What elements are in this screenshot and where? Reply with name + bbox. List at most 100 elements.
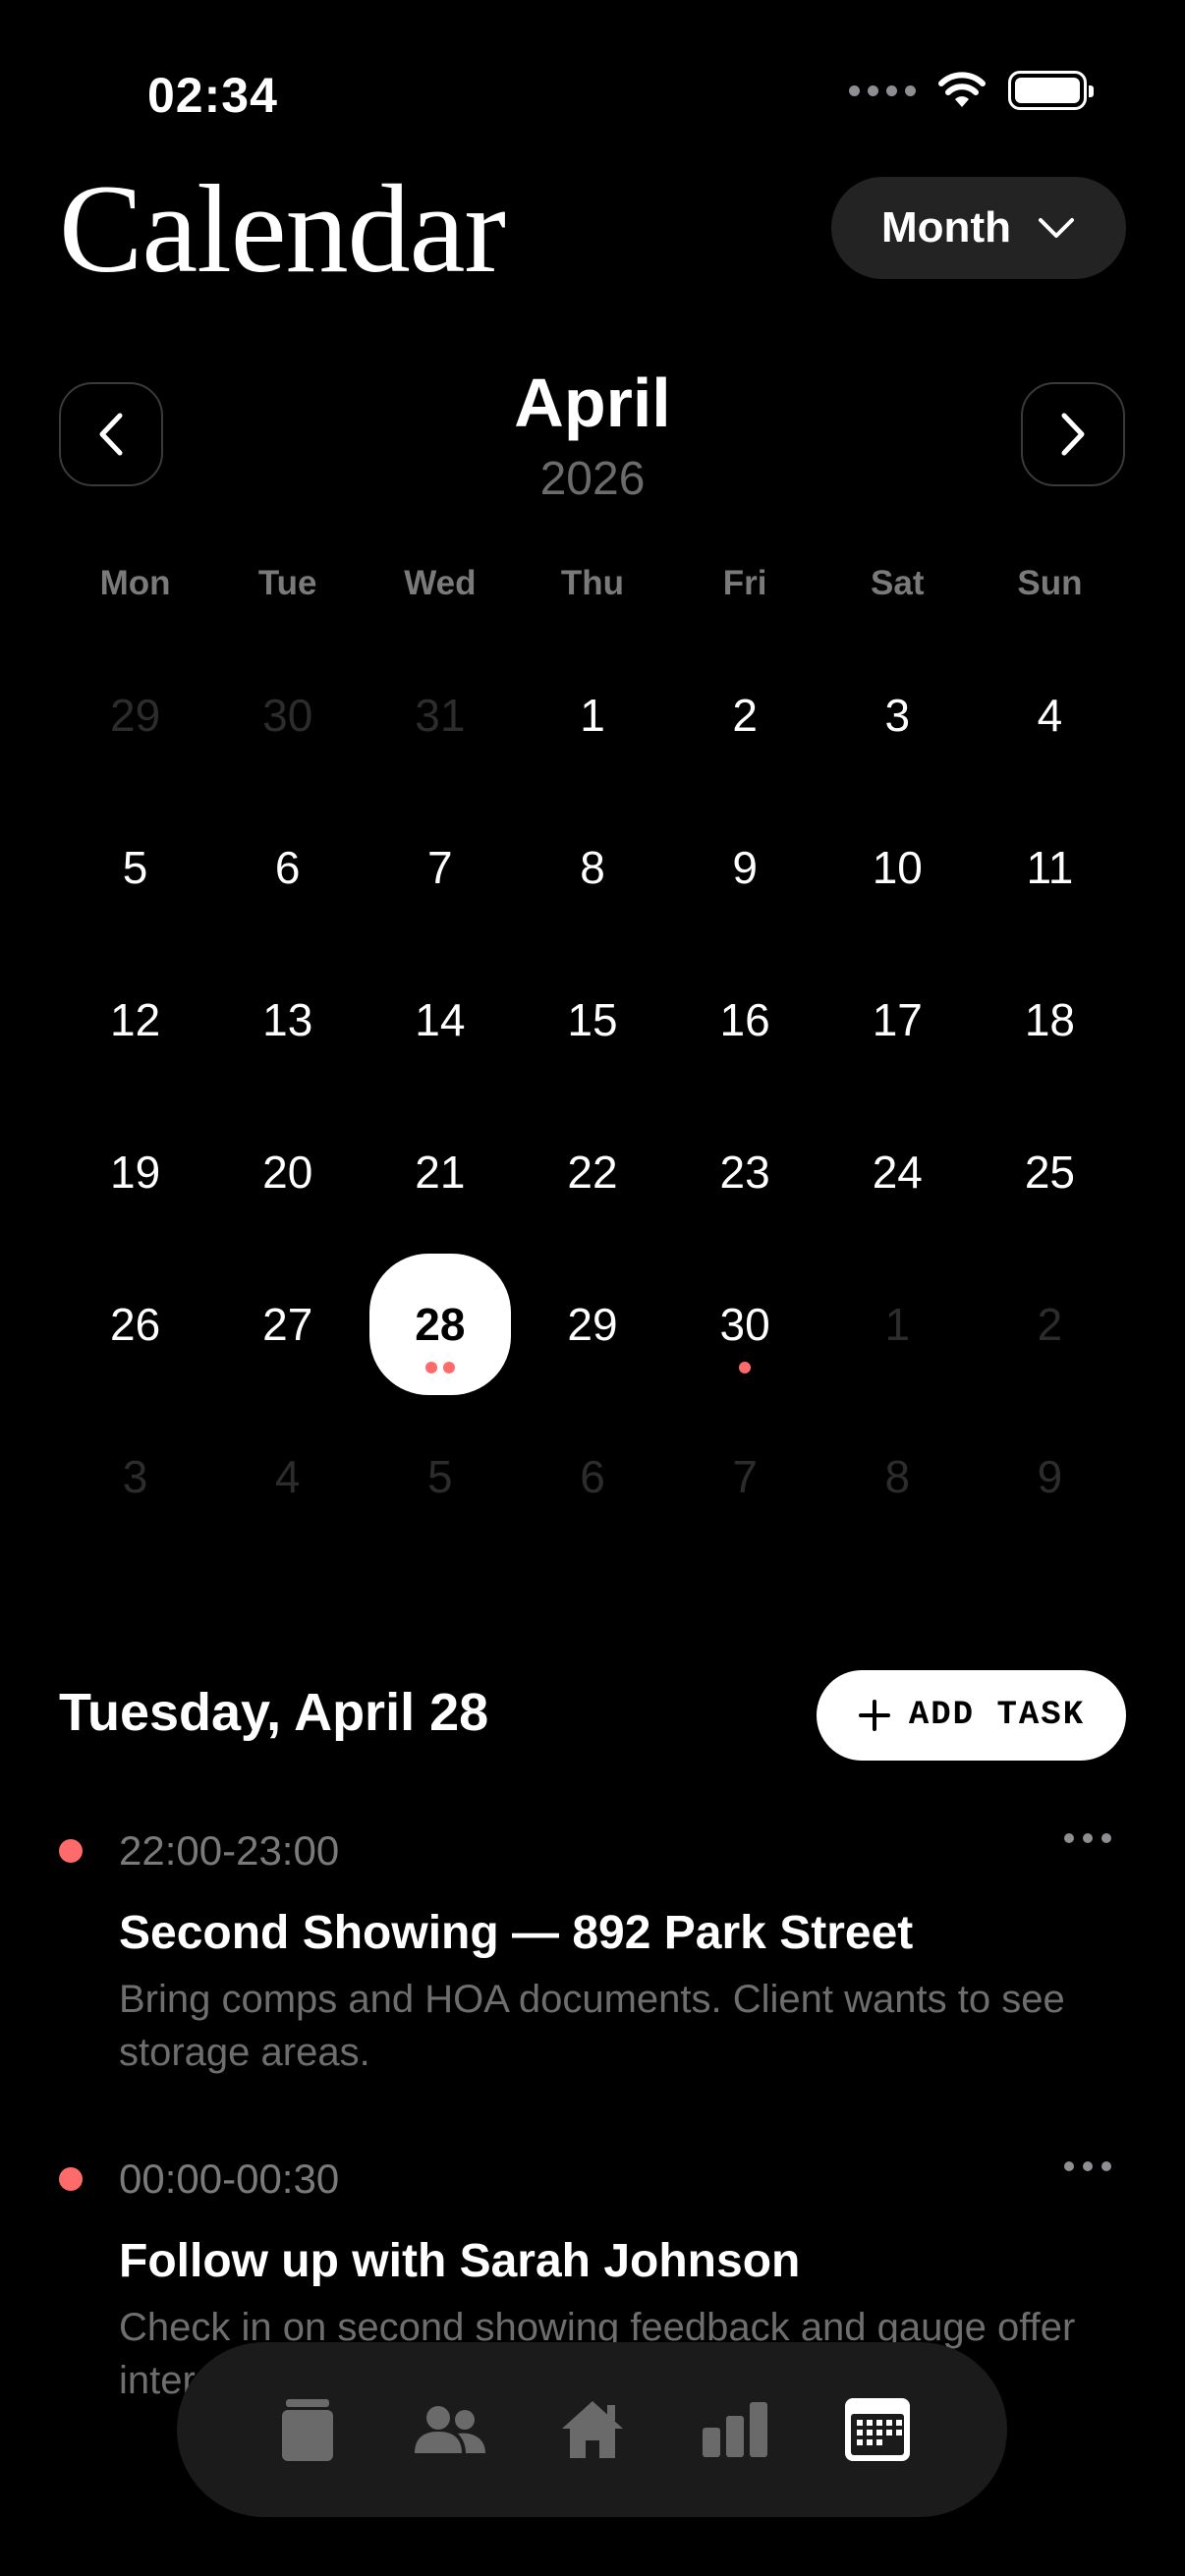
day-cell[interactable]: 29 — [516, 1248, 668, 1400]
day-cell[interactable]: 22 — [516, 1095, 668, 1248]
event-time: 00:00-00:30 — [119, 2156, 340, 2202]
day-number: 22 — [567, 1146, 618, 1198]
day-cell[interactable]: 3 — [59, 1400, 211, 1552]
day-number: 4 — [1037, 689, 1063, 741]
day-cell[interactable]: 20 — [211, 1095, 364, 1248]
day-cell[interactable]: 3 — [821, 639, 974, 791]
day-cell[interactable]: 14 — [364, 943, 516, 1095]
day-cell[interactable]: 27 — [211, 1248, 364, 1400]
day-number: 1 — [580, 689, 605, 741]
day-cell[interactable]: 30 — [211, 639, 364, 791]
jar-icon — [281, 2399, 333, 2461]
day-cell[interactable]: 9 — [974, 1400, 1126, 1552]
day-cell[interactable]: 30 — [669, 1248, 821, 1400]
weekday-label: Sun — [1017, 564, 1083, 602]
day-cell[interactable]: 6 — [516, 1400, 668, 1552]
tab-listings[interactable] — [251, 2373, 365, 2487]
day-number: 3 — [884, 689, 911, 741]
tab-properties[interactable] — [536, 2373, 649, 2487]
tab-clients[interactable] — [393, 2373, 507, 2487]
day-number: 31 — [415, 689, 466, 741]
day-cell[interactable]: 2 — [974, 1248, 1126, 1400]
day-cell[interactable]: 17 — [821, 943, 974, 1095]
day-cell[interactable]: 13 — [211, 943, 364, 1095]
plus-icon — [858, 1700, 890, 1731]
day-cell[interactable]: 4 — [974, 639, 1126, 791]
day-number: 15 — [567, 993, 618, 1045]
day-cell[interactable]: 29 — [59, 639, 211, 791]
day-cell-selected[interactable]: 28 — [364, 1248, 516, 1400]
day-number: 19 — [109, 1146, 161, 1198]
chevron-right-icon — [1061, 413, 1085, 456]
day-cell[interactable]: 7 — [364, 791, 516, 943]
weekday-header: Mon Tue Wed Thu Fri Sat Sun — [59, 564, 1126, 603]
day-number: 25 — [1024, 1146, 1075, 1198]
more-options-icon[interactable] — [1064, 2161, 1111, 2171]
day-number: 30 — [262, 689, 313, 741]
day-number: 29 — [567, 1298, 618, 1350]
day-cell[interactable]: 10 — [821, 791, 974, 943]
event-indicator-dot — [442, 1362, 455, 1373]
weekday-label: Tue — [257, 564, 317, 602]
day-cell[interactable]: 7 — [669, 1400, 821, 1552]
day-cell[interactable]: 21 — [364, 1095, 516, 1248]
day-cell[interactable]: 8 — [821, 1400, 974, 1552]
day-cell[interactable]: 6 — [211, 791, 364, 943]
year-label: 2026 — [539, 453, 646, 505]
calendar-icon — [844, 2398, 910, 2461]
more-options-icon[interactable] — [1064, 1833, 1111, 1843]
tab-calendar[interactable] — [820, 2373, 934, 2487]
day-cell[interactable]: 16 — [669, 943, 821, 1095]
status-time: 02:34 — [147, 68, 278, 123]
day-cell[interactable]: 12 — [59, 943, 211, 1095]
event-indicator-dots — [424, 1362, 455, 1373]
day-number: 10 — [872, 841, 923, 893]
day-cell[interactable]: 9 — [669, 791, 821, 943]
day-number: 4 — [274, 1450, 301, 1502]
event-indicator-dots — [739, 1362, 752, 1373]
add-task-button[interactable]: ADD TASK — [817, 1670, 1126, 1761]
house-icon — [561, 2401, 623, 2458]
day-cell[interactable]: 1 — [516, 639, 668, 791]
day-number: 2 — [732, 689, 758, 741]
day-cell[interactable]: 31 — [364, 639, 516, 791]
day-cell[interactable]: 5 — [364, 1400, 516, 1552]
view-mode-label: Month — [881, 203, 1011, 252]
day-number: 16 — [719, 993, 770, 1045]
view-mode-dropdown[interactable]: Month — [831, 177, 1126, 279]
calendar-grid: 29 30 31 1 2 3 4 5 6 7 8 9 10 11 12 13 14 15 16 17 18 19 20 21 2… — [59, 639, 1126, 1552]
day-number: 14 — [415, 993, 466, 1045]
tab-bar — [177, 2342, 1007, 2517]
weekday-label: Thu — [560, 564, 625, 602]
day-number: 9 — [1037, 1450, 1063, 1502]
day-cell[interactable]: 23 — [669, 1095, 821, 1248]
weekday-label: Sat — [871, 564, 925, 602]
day-number: 7 — [732, 1450, 758, 1502]
tab-analytics[interactable] — [678, 2373, 792, 2487]
day-number: 1 — [884, 1298, 911, 1350]
event-title: Second Showing — 892 Park Street — [119, 1907, 914, 1959]
event-color-dot — [59, 2167, 83, 2191]
day-cell[interactable]: 18 — [974, 943, 1126, 1095]
wifi-icon — [938, 72, 986, 107]
day-cell[interactable]: 15 — [516, 943, 668, 1095]
day-number: 6 — [580, 1450, 605, 1502]
bar-chart-icon — [702, 2402, 767, 2457]
day-number: 6 — [274, 841, 301, 893]
day-cell[interactable]: 5 — [59, 791, 211, 943]
day-cell[interactable]: 11 — [974, 791, 1126, 943]
day-cell[interactable]: 26 — [59, 1248, 211, 1400]
event-notes: Bring comps and HOA documents. Client wa… — [119, 1978, 1065, 2074]
day-cell[interactable]: 19 — [59, 1095, 211, 1248]
day-cell[interactable]: 8 — [516, 791, 668, 943]
day-number: 11 — [1026, 841, 1074, 893]
day-cell[interactable]: 1 — [821, 1248, 974, 1400]
day-number: 24 — [872, 1146, 923, 1198]
day-cell[interactable]: 25 — [974, 1095, 1126, 1248]
day-cell[interactable]: 4 — [211, 1400, 364, 1552]
day-number: 21 — [415, 1146, 466, 1198]
weekday-label: Mon — [99, 564, 171, 602]
next-month-button[interactable] — [1021, 382, 1125, 486]
day-cell[interactable]: 2 — [669, 639, 821, 791]
day-cell[interactable]: 24 — [821, 1095, 974, 1248]
